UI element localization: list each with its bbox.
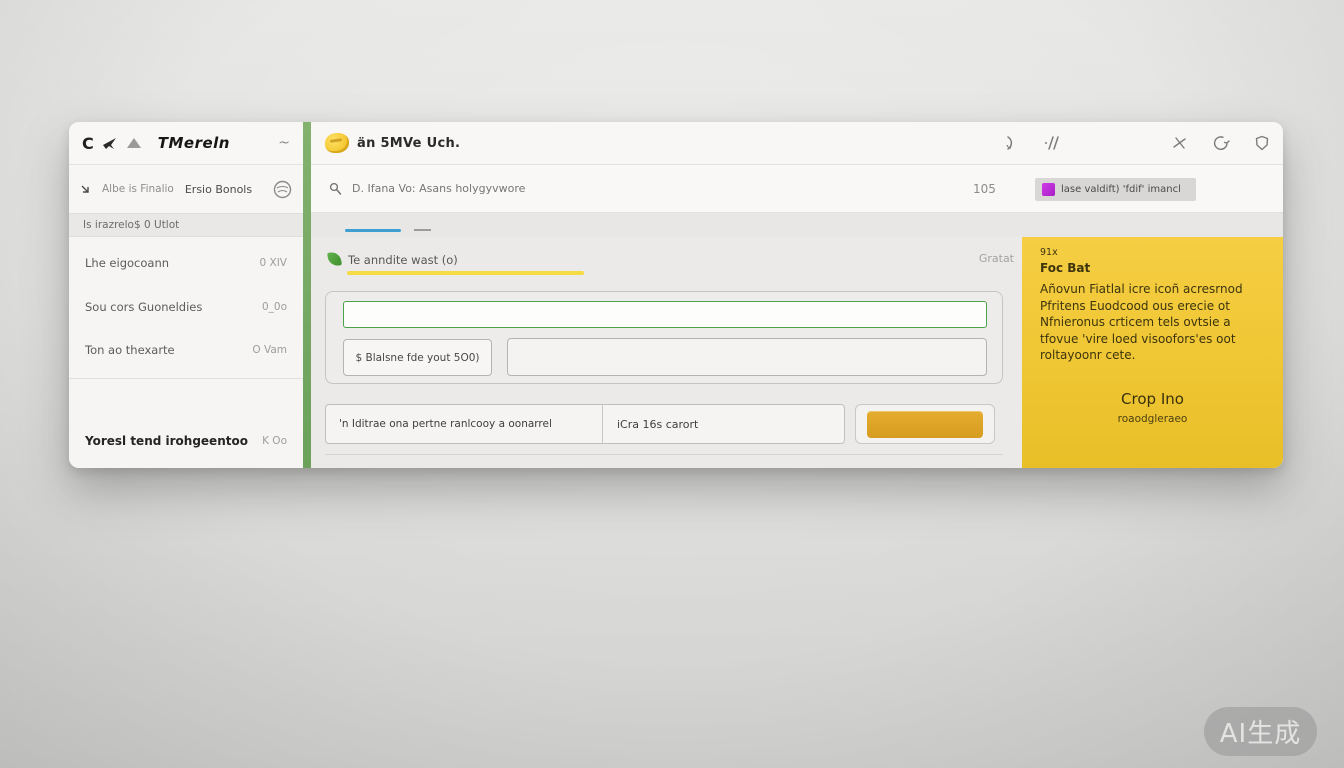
c-logo-icon: C — [82, 134, 93, 153]
coin-logo-icon — [325, 133, 349, 153]
balance-label: Sou cors Guoneldies — [85, 300, 202, 314]
submit-button-container — [855, 404, 995, 444]
info-cta-subtext: roaodgleraeo — [1040, 413, 1265, 425]
transaction-form: $ Blalsne fde yout 5O0) — [325, 291, 1003, 384]
sidebar-tab-assets[interactable]: Albe is Finalio — [102, 183, 174, 195]
balance-row[interactable]: Ton ao thexarte O Vam — [69, 337, 303, 363]
sidebar-tab-bonds[interactable]: Ersio Bonols — [185, 183, 252, 196]
balance-value: O Vam — [252, 344, 287, 356]
collapse-toggle[interactable]: ~ — [278, 135, 290, 151]
sidebar-header: C TMereln ~ — [69, 122, 303, 165]
result-count: 105 — [973, 182, 996, 196]
purple-square-icon — [1042, 183, 1055, 196]
balance-label: Ton ao thexarte — [85, 343, 175, 357]
filter-badge-label: lase valdift) 'fdif' imancl — [1061, 184, 1181, 195]
info-kicker: 91x — [1040, 247, 1265, 258]
info-heading: Foc Bat — [1040, 261, 1265, 275]
close-icon[interactable] — [1172, 136, 1187, 150]
balance-value: 0 XIV — [260, 257, 288, 269]
secondary-input[interactable] — [507, 338, 987, 376]
balance-label: Lhe eigocoann — [85, 256, 169, 270]
main-area: än 5MVe Uch. — [311, 122, 1283, 468]
info-cta[interactable]: Crop Ino — [1040, 390, 1265, 408]
sidebar-divider — [69, 378, 303, 379]
total-label: Yoresl tend irohgeentoo — [85, 434, 248, 448]
paper-plane-icon — [102, 137, 118, 150]
app-window: C TMereln ~ Albe is Finalio Ersio Bonols… — [69, 122, 1283, 468]
balance-row[interactable]: Lhe eigocoann 0 XIV — [69, 250, 303, 276]
filter-badge[interactable]: lase valdift) 'fdif' imancl — [1035, 178, 1196, 201]
chevron-down-icon[interactable] — [80, 184, 91, 195]
primary-input[interactable] — [343, 301, 987, 328]
app-name: än 5MVe Uch. — [357, 136, 460, 151]
amount-hint-box[interactable]: $ Blalsne fde yout 5O0) — [343, 339, 492, 376]
section-title: Te anndite wast (o) — [348, 253, 458, 267]
inactive-tab-dash — [414, 229, 431, 231]
detail-fields-row: 'n Iditrae ona pertne ranlcooy a oonarre… — [325, 404, 845, 444]
shield-icon[interactable] — [1255, 135, 1269, 151]
main-header: än 5MVe Uch. — [311, 122, 1283, 165]
status-label: Gratat — [959, 252, 1014, 265]
tab-indicator-band — [311, 213, 1283, 237]
content-panel: Te anndite wast (o) Gratat $ Blalsne fde… — [311, 237, 1022, 468]
triangle-icon — [127, 138, 141, 148]
leaf-icon — [327, 251, 342, 267]
submit-button[interactable] — [867, 411, 983, 438]
sidebar-tab-bar: Albe is Finalio Ersio Bonols — [69, 165, 303, 213]
sidebar-logo-text: TMereln — [158, 134, 230, 152]
total-row: Yoresl tend irohgeentoo K Oo — [69, 428, 303, 454]
total-value: K Oo — [262, 435, 287, 447]
header-icon-group — [1004, 135, 1269, 151]
yellow-underline — [347, 271, 584, 275]
balance-row[interactable]: Sou cors Guoneldies 0_0o — [69, 294, 303, 320]
globe-icon[interactable] — [273, 180, 292, 199]
info-body-text: Añovun Fiatlal icre icoñ acresrnod Pfrit… — [1040, 281, 1268, 364]
detail-field-secondary[interactable]: iCra 16s carort — [603, 405, 844, 443]
ai-generated-watermark: AI生成 — [1204, 707, 1317, 756]
content-divider — [325, 454, 1003, 455]
slashes-icon[interactable] — [1043, 135, 1060, 151]
moon-icon[interactable] — [1004, 135, 1018, 151]
search-toolbar: D. Ifana Vo: Asans holygyvwore 105 lase … — [311, 165, 1283, 213]
refresh-icon[interactable] — [1212, 135, 1230, 151]
balance-value: 0_0o — [262, 301, 287, 313]
search-icon[interactable] — [329, 182, 342, 196]
info-panel: 91x Foc Bat Añovun Fiatlal icre icoñ acr… — [1022, 237, 1283, 468]
sidebar: C TMereln ~ Albe is Finalio Ersio Bonols… — [69, 122, 303, 468]
active-tab-indicator — [345, 229, 401, 232]
green-accent-strip — [303, 122, 311, 468]
detail-field-primary[interactable]: 'n Iditrae ona pertne ranlcooy a oonarre… — [326, 405, 603, 443]
sidebar-section-note: Is irazrelo$ 0 Utlot — [69, 213, 303, 237]
search-query-text[interactable]: D. Ifana Vo: Asans holygyvwore — [352, 182, 525, 195]
